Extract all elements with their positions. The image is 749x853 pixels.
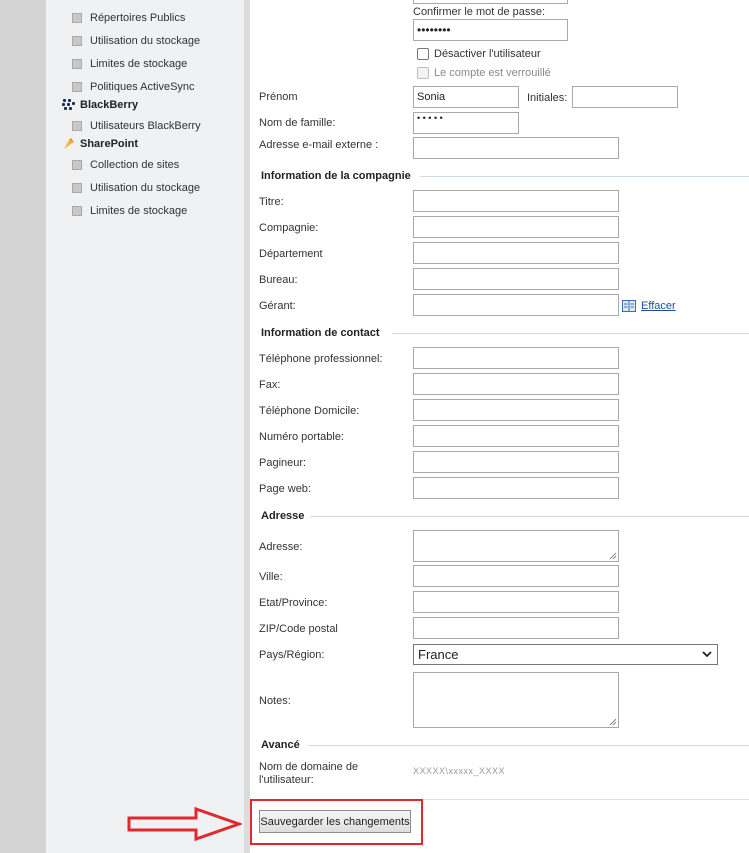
sidebar-item-storage-usage[interactable]: Utilisation du stockage bbox=[72, 33, 200, 49]
bullet-icon bbox=[72, 82, 82, 92]
sidebar-item-sp-storage-limits[interactable]: Limites de stockage bbox=[72, 203, 187, 219]
manager-field[interactable] bbox=[413, 294, 619, 316]
sidebar-item-storage-limits[interactable]: Limites de stockage bbox=[72, 56, 187, 72]
office-field[interactable] bbox=[413, 268, 619, 290]
web-page-label: Page web: bbox=[259, 483, 311, 495]
advanced-section-title: Avancé bbox=[261, 739, 300, 751]
account-locked-checkbox: Le compte est verrouillé bbox=[417, 67, 551, 79]
address-section-title: Adresse bbox=[261, 510, 305, 522]
sidebar-item-activesync[interactable]: Politiques ActiveSync bbox=[72, 79, 195, 95]
zip-label: ZIP/Code postal bbox=[259, 623, 338, 635]
first-name-label: Prénom bbox=[259, 91, 298, 103]
bullet-icon bbox=[72, 121, 82, 131]
city-label: Ville: bbox=[259, 571, 283, 583]
bullet-icon bbox=[72, 36, 82, 46]
notes-label: Notes: bbox=[259, 695, 291, 707]
last-name-field[interactable]: • • • • • bbox=[413, 112, 519, 134]
state-field[interactable] bbox=[413, 591, 619, 613]
section-divider bbox=[310, 516, 749, 517]
department-label: Département bbox=[259, 248, 323, 260]
zip-field[interactable] bbox=[413, 617, 619, 639]
clear-manager-link[interactable]: Effacer bbox=[641, 300, 676, 312]
external-email-field[interactable] bbox=[413, 137, 619, 159]
bullet-icon bbox=[72, 160, 82, 170]
initials-field[interactable] bbox=[572, 86, 678, 108]
chevron-down-icon bbox=[702, 651, 712, 658]
checkbox-icon bbox=[417, 48, 429, 60]
address-book-icon[interactable] bbox=[622, 300, 636, 312]
sidebar-item-sp-storage-usage[interactable]: Utilisation du stockage bbox=[72, 180, 200, 196]
sidebar-item-public-folders[interactable]: Répertoires Publics bbox=[72, 10, 185, 26]
confirm-password-field[interactable]: •••••••• bbox=[413, 19, 568, 41]
section-divider bbox=[420, 176, 749, 177]
contact-section-title: Information de contact bbox=[261, 327, 380, 339]
resize-handle-icon[interactable] bbox=[609, 552, 617, 560]
home-phone-field[interactable] bbox=[413, 399, 619, 421]
bullet-icon bbox=[72, 206, 82, 216]
bullet-icon bbox=[72, 183, 82, 193]
company-section-title: Information de la compagnie bbox=[261, 170, 411, 182]
section-divider bbox=[392, 333, 749, 334]
save-changes-button[interactable]: Sauvegarder les changements bbox=[259, 810, 411, 833]
section-divider bbox=[308, 745, 749, 746]
title-field[interactable] bbox=[413, 190, 619, 212]
country-select[interactable]: France bbox=[413, 644, 718, 665]
sidebar-item-site-collection[interactable]: Collection de sites bbox=[72, 157, 179, 173]
work-phone-label: Téléphone professionnel: bbox=[259, 353, 383, 365]
user-form: Confirmer le mot de passe: •••••••• Désa… bbox=[250, 0, 749, 853]
home-phone-label: Téléphone Domicile: bbox=[259, 405, 360, 417]
sidebar-item-blackberry-users[interactable]: Utilisateurs BlackBerry bbox=[72, 118, 201, 134]
annotation-arrow-icon bbox=[127, 806, 242, 842]
blackberry-icon bbox=[62, 99, 75, 110]
state-label: Etat/Province: bbox=[259, 597, 328, 609]
confirm-password-label: Confirmer le mot de passe: bbox=[413, 6, 546, 18]
pager-label: Pagineur: bbox=[259, 457, 307, 469]
work-phone-field[interactable] bbox=[413, 347, 619, 369]
disable-user-checkbox[interactable]: Désactiver l'utilisateur bbox=[417, 48, 541, 60]
domain-name-label-line2: l'utilisateur: bbox=[259, 774, 314, 786]
web-page-field[interactable] bbox=[413, 477, 619, 499]
last-name-label: Nom de famille: bbox=[259, 117, 336, 129]
notes-textarea[interactable] bbox=[413, 672, 619, 728]
city-field[interactable] bbox=[413, 565, 619, 587]
sharepoint-icon bbox=[64, 138, 74, 149]
department-field[interactable] bbox=[413, 242, 619, 264]
sidebar-group-blackberry[interactable]: BlackBerry bbox=[62, 97, 138, 113]
bullet-icon bbox=[72, 13, 82, 23]
password-field[interactable] bbox=[413, 0, 568, 4]
bullet-icon bbox=[72, 59, 82, 69]
fax-field[interactable] bbox=[413, 373, 619, 395]
mobile-field[interactable] bbox=[413, 425, 619, 447]
first-name-field[interactable]: Sonia bbox=[413, 86, 519, 108]
domain-name-value: XXXXX\xxxxx_XXXX bbox=[413, 766, 506, 776]
company-field[interactable] bbox=[413, 216, 619, 238]
pager-field[interactable] bbox=[413, 451, 619, 473]
sidebar: Répertoires Publics Utilisation du stock… bbox=[46, 0, 244, 853]
sidebar-group-sharepoint[interactable]: SharePoint bbox=[62, 136, 138, 152]
resize-handle-icon[interactable] bbox=[609, 718, 617, 726]
mobile-label: Numéro portable: bbox=[259, 431, 344, 443]
country-label: Pays/Région: bbox=[259, 649, 325, 661]
office-label: Bureau: bbox=[259, 274, 298, 286]
company-label: Compagnie: bbox=[259, 222, 319, 234]
left-strip bbox=[0, 0, 46, 853]
address-label: Adresse: bbox=[259, 541, 303, 553]
address-textarea[interactable] bbox=[413, 530, 619, 562]
fax-label: Fax: bbox=[259, 379, 281, 391]
title-label: Titre: bbox=[259, 196, 284, 208]
domain-name-label-line1: Nom de domaine de bbox=[259, 761, 359, 773]
manager-label: Gérant: bbox=[259, 300, 296, 312]
checkbox-icon bbox=[417, 67, 429, 79]
initials-label: Initiales: bbox=[527, 92, 568, 104]
external-email-label: Adresse e-mail externe : bbox=[259, 139, 379, 151]
